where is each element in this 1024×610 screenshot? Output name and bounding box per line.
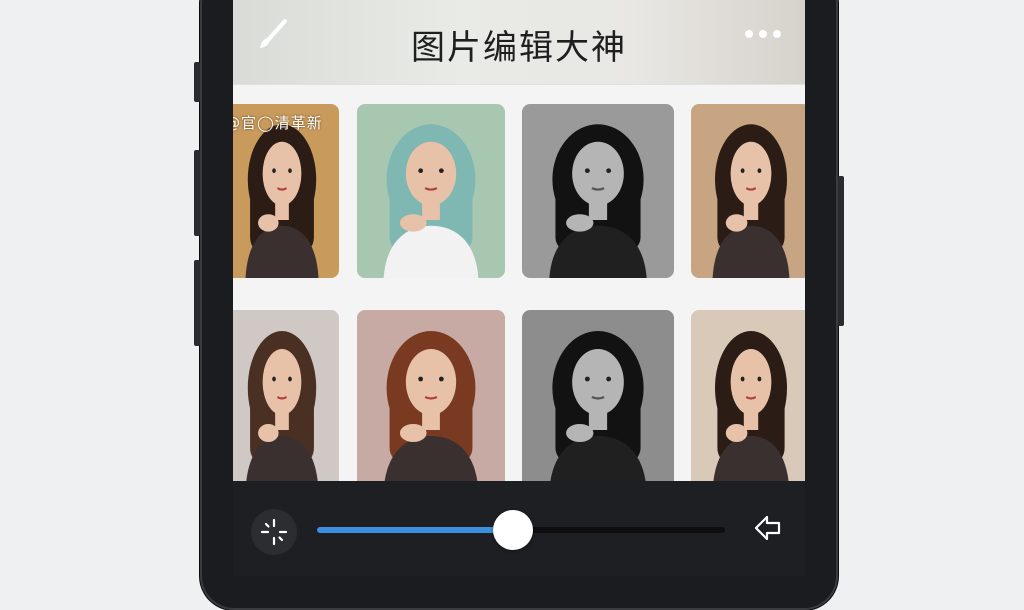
slider-thumb[interactable] (492, 510, 533, 550)
photo-thumbnail[interactable] (522, 104, 674, 278)
phone-volume-down-button (194, 260, 200, 346)
more-dots-icon[interactable] (745, 30, 781, 38)
adjust-sparkle-icon[interactable] (251, 509, 297, 555)
app-header: 图片编辑大神 (233, 0, 805, 85)
photo-thumbnail[interactable] (357, 104, 505, 278)
photo-grid: @官◯清革新 (233, 84, 805, 490)
photo-thumbnail[interactable]: @官◯清革新 (233, 104, 339, 278)
edit-toolbar (233, 481, 805, 576)
share-icon[interactable] (747, 509, 787, 549)
intensity-slider[interactable] (317, 510, 725, 550)
photo-thumbnail[interactable] (522, 310, 674, 490)
app-screen: 图片编辑大神 @官◯清革新 (233, 0, 805, 576)
app-title: 图片编辑大神 (411, 28, 627, 68)
photo-thumbnail[interactable] (357, 310, 505, 490)
phone-volume-up-button (194, 150, 200, 236)
photo-watermark: @官◯清革新 (233, 114, 323, 132)
photo-thumbnail[interactable] (233, 310, 339, 490)
slider-fill (317, 527, 513, 533)
phone-power-button (838, 176, 844, 326)
photo-thumbnail[interactable] (691, 310, 805, 490)
photo-thumbnail[interactable] (691, 104, 805, 278)
phone-side-button (194, 62, 200, 102)
